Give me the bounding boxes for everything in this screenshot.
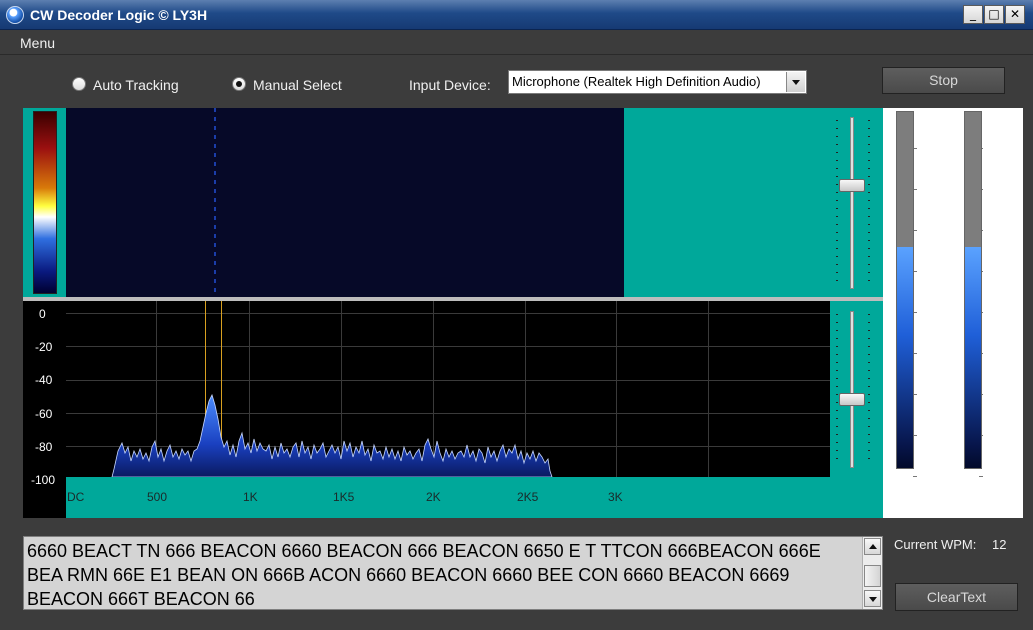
minimize-button[interactable]: _ [963, 5, 983, 24]
meter-fill [965, 247, 981, 468]
scroll-thumb[interactable] [864, 565, 881, 587]
decoded-text[interactable]: 6660 BEACT TN 666 BEACON 6660 BEACON 666… [27, 539, 857, 611]
spectrum-display[interactable] [66, 301, 830, 477]
slider-ticks [836, 314, 838, 464]
scroll-down-button[interactable] [864, 590, 881, 607]
freq-label: 2K [426, 490, 441, 504]
menu-bar: Menu [0, 30, 1033, 55]
db-label: -40 [35, 373, 53, 387]
waterfall-display[interactable] [66, 108, 624, 297]
wpm-value: 12 [992, 537, 1007, 552]
frequency-axis [66, 477, 830, 518]
db-label: -80 [35, 440, 53, 454]
manual-select-label[interactable]: Manual Select [253, 77, 342, 93]
text-scrollbar[interactable] [862, 537, 882, 609]
freq-label: DC [67, 490, 85, 504]
spectrum-plot [66, 301, 830, 477]
slider-ticks [868, 314, 870, 464]
db-label: -100 [31, 473, 56, 487]
freq-label: 1K5 [333, 490, 355, 504]
auto-tracking-label[interactable]: Auto Tracking [93, 77, 179, 93]
auto-tracking-radio[interactable] [72, 77, 86, 91]
decoded-text-box[interactable]: 6660 BEACT TN 666 BEACON 6660 BEACON 666… [23, 536, 883, 610]
waterfall-slider-track[interactable] [850, 117, 854, 289]
freq-label: 2K5 [517, 490, 539, 504]
wpm-label: Current WPM: [894, 537, 977, 552]
freq-label: 500 [147, 490, 168, 504]
stop-button[interactable]: Stop [882, 67, 1005, 94]
slider-ticks [868, 120, 870, 286]
slider-ticks [836, 120, 838, 286]
waterfall-colorbar [33, 111, 57, 294]
input-device-select[interactable]: Microphone (Realtek High Definition Audi… [508, 70, 807, 94]
window-title: CW Decoder Logic © LY3H [30, 7, 208, 23]
waterfall-slider-thumb[interactable] [839, 179, 865, 192]
title-bar: CW Decoder Logic © LY3H _ □ ✕ [0, 0, 1033, 30]
level-meter-left [896, 111, 914, 469]
spectrum-trace [111, 393, 553, 477]
menu-item-menu[interactable]: Menu [20, 35, 55, 51]
db-label: 0 [39, 307, 46, 321]
spectrum-slider-thumb[interactable] [839, 393, 865, 406]
manual-select-radio[interactable] [232, 77, 246, 91]
close-button[interactable]: ✕ [1005, 5, 1025, 24]
freq-label: 1K [243, 490, 258, 504]
input-device-label: Input Device: [409, 77, 491, 93]
waterfall-signal-trace [214, 108, 216, 297]
db-label: -20 [35, 340, 53, 354]
scroll-up-button[interactable] [864, 538, 881, 555]
db-label: -60 [35, 407, 53, 421]
db-axis: 0 -20 -40 -60 -80 -100 [23, 301, 66, 518]
meter-fill [897, 247, 913, 468]
input-device-value: Microphone (Realtek High Definition Audi… [512, 74, 761, 89]
spectrum-slider-track[interactable] [850, 311, 854, 468]
freq-label: 3K [608, 490, 623, 504]
chevron-down-icon[interactable] [786, 72, 805, 92]
clear-text-button[interactable]: ClearText [895, 583, 1018, 611]
maximize-button[interactable]: □ [984, 5, 1004, 24]
app-icon [6, 6, 24, 24]
level-meter-right [964, 111, 982, 469]
spectrum-grid [66, 301, 830, 477]
